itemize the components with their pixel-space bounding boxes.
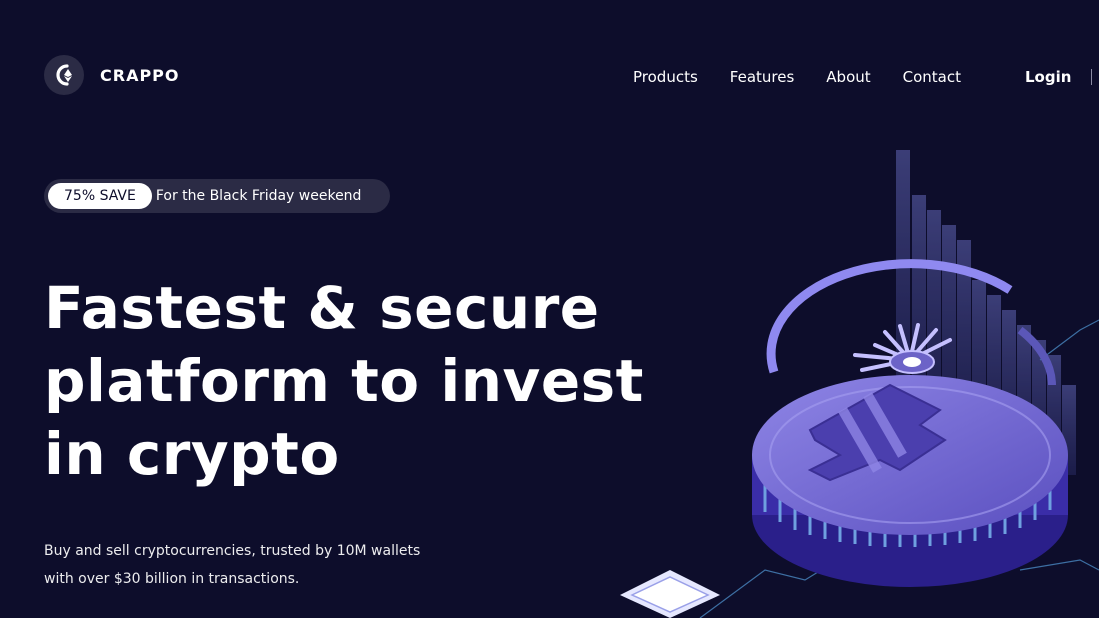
bitcoin-coin-illustration [600, 140, 1099, 618]
crappo-logo-icon [44, 55, 84, 95]
promo-banner: 75% SAVE For the Black Friday weekend [44, 179, 390, 213]
nav-link-contact[interactable]: Contact [903, 68, 961, 86]
nav-link-about[interactable]: About [826, 68, 870, 86]
hero-headline: Fastest & secure platform to invest in c… [44, 272, 664, 491]
main-nav: Products Features About Contact [633, 68, 993, 86]
nav-divider [1091, 69, 1092, 85]
nav-link-features[interactable]: Features [730, 68, 795, 86]
subtext-line: Buy and sell cryptocurrencies, trusted b… [44, 543, 421, 559]
subtext-line: with over $30 billion in transactions. [44, 571, 300, 587]
brand-logo[interactable]: CRAPPO [44, 55, 180, 95]
login-link[interactable]: Login [1025, 68, 1071, 86]
promo-text: For the Black Friday weekend [155, 188, 362, 204]
promo-badge: 75% SAVE [48, 183, 152, 209]
headline-line: in crypto [44, 420, 340, 488]
headline-line: Fastest & secure [44, 274, 600, 342]
hero-subtext: Buy and sell cryptocurrencies, trusted b… [44, 537, 464, 593]
brand-name: CRAPPO [100, 65, 180, 85]
headline-line: platform to invest [44, 347, 644, 415]
nav-link-products[interactable]: Products [633, 68, 698, 86]
landing-page: CRAPPO Products Features About Contact L… [0, 0, 1099, 618]
